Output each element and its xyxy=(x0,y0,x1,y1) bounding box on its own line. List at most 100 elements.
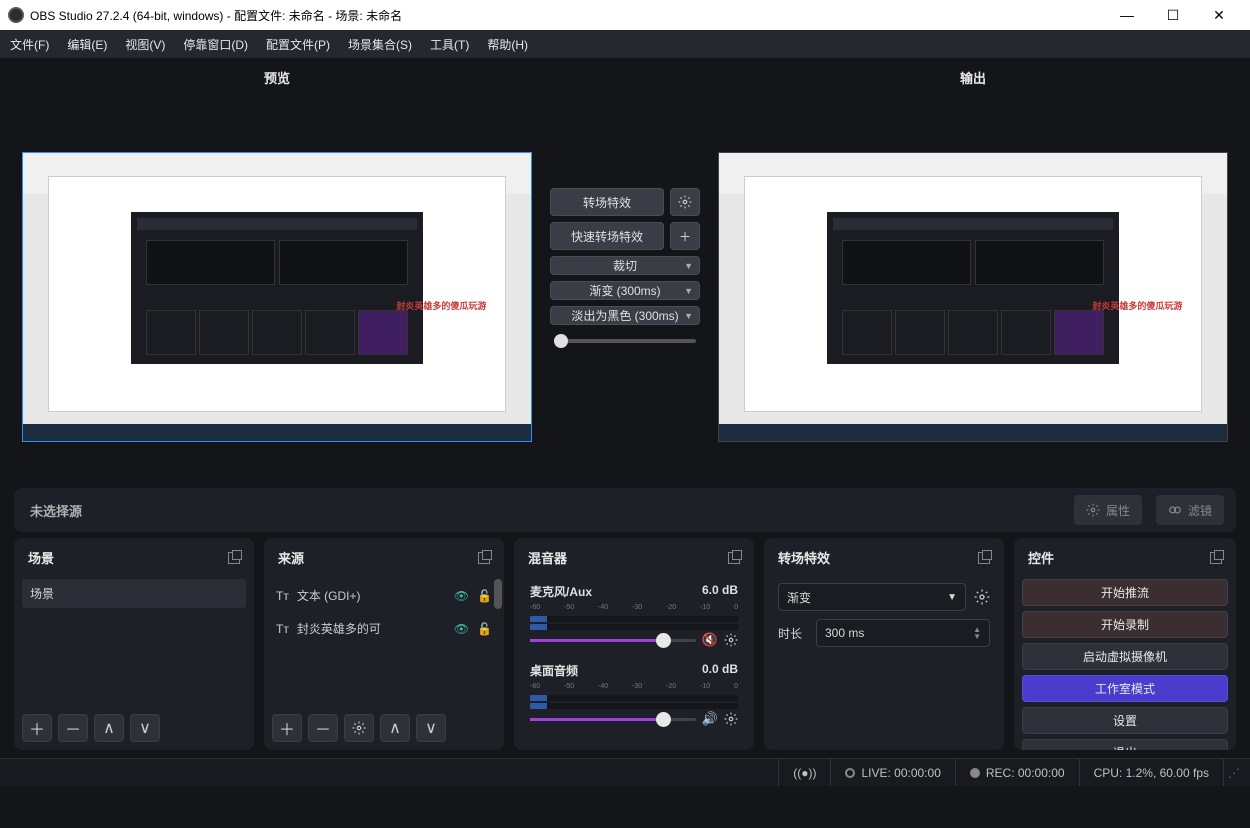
lock-icon[interactable]: 🔓 xyxy=(477,589,492,603)
gear-icon[interactable] xyxy=(724,712,738,726)
sources-list[interactable]: Tᴛ 文本 (GDI+) 👁 🔓 Tᴛ 封炎英雄多的可 👁 🔓 xyxy=(264,575,504,706)
add-source-button[interactable]: ＋ xyxy=(272,714,302,742)
program-canvas[interactable]: 封炎英雄多的傻瓜玩游 xyxy=(718,152,1228,442)
text-source-icon: Tᴛ xyxy=(276,589,289,603)
popout-icon[interactable] xyxy=(1210,552,1222,564)
overlay-text: 封炎英雄多的傻瓜玩游 xyxy=(396,299,486,312)
obs-window: OBS Studio 27.2.4 (64-bit, windows) - 配置… xyxy=(0,0,1250,828)
quick-transition-fadeblack[interactable]: 淡出为黑色 (300ms)▼ xyxy=(550,306,700,325)
menu-tools[interactable]: 工具(T) xyxy=(430,36,469,53)
statusbar: ((●)) LIVE: 00:00:00 REC: 00:00:00 CPU: … xyxy=(0,758,1250,786)
quick-transition-cut[interactable]: 裁切▼ xyxy=(550,256,700,275)
volume-slider[interactable] xyxy=(530,639,696,642)
transition-select[interactable]: 渐变 ▼ xyxy=(778,583,966,611)
menu-scenes[interactable]: 场景集合(S) xyxy=(348,36,412,53)
mixer-dock: 混音器 麦克风/Aux 6.0 dB -60-50-40-30-20-100 xyxy=(514,538,754,750)
mixer-channel: 桌面音频 0.0 dB -60-50-40-30-20-100 🔊 xyxy=(522,658,746,731)
transition-settings-button[interactable] xyxy=(670,188,700,216)
transition-button[interactable]: 转场特效 xyxy=(550,188,664,216)
no-source-label: 未选择源 xyxy=(30,501,82,520)
add-scene-button[interactable]: ＋ xyxy=(22,714,52,742)
remove-source-button[interactable]: － xyxy=(308,714,338,742)
menu-help[interactable]: 帮助(H) xyxy=(487,36,528,53)
add-quick-transition-button[interactable]: ＋ xyxy=(670,222,700,250)
channel-db: 6.0 dB xyxy=(702,583,738,600)
transition-tbar[interactable] xyxy=(550,331,700,351)
mixer-channel: 麦克风/Aux 6.0 dB -60-50-40-30-20-100 🔇 xyxy=(522,579,746,652)
controls-dock: 控件 开始推流 开始录制 启动虚拟摄像机 工作室模式 设置 退出 xyxy=(1014,538,1236,750)
preview-canvas[interactable]: 封炎英雄多的傻瓜玩游 xyxy=(22,152,532,442)
source-item[interactable]: Tᴛ 文本 (GDI+) 👁 🔓 xyxy=(272,579,496,612)
status-resize-grip[interactable]: ⋰ xyxy=(1223,759,1244,786)
status-broadcast: ((●)) xyxy=(778,759,830,786)
scene-down-button[interactable]: ∨ xyxy=(130,714,160,742)
spinner-icon[interactable]: ▲▼ xyxy=(973,626,981,640)
main-area: 预览 封炎英雄多的傻瓜玩游 xyxy=(0,58,1250,828)
properties-button[interactable]: 属性 xyxy=(1074,495,1142,525)
close-button[interactable]: ✕ xyxy=(1196,0,1242,30)
settings-button[interactable]: 设置 xyxy=(1022,707,1228,734)
scenes-list[interactable]: 场景 xyxy=(14,575,254,706)
source-item[interactable]: Tᴛ 封炎英雄多的可 👁 🔓 xyxy=(272,612,496,645)
scrollbar-thumb[interactable] xyxy=(494,579,502,609)
popout-icon[interactable] xyxy=(728,552,740,564)
mixer-title: 混音器 xyxy=(528,548,567,567)
scene-up-button[interactable]: ∧ xyxy=(94,714,124,742)
menubar: 文件(F) 编辑(E) 视图(V) 停靠窗口(D) 配置文件(P) 场景集合(S… xyxy=(0,30,1250,58)
audio-meter xyxy=(530,695,738,701)
remove-scene-button[interactable]: － xyxy=(58,714,88,742)
source-up-button[interactable]: ∧ xyxy=(380,714,410,742)
output-pane: 输出 封炎英雄多的傻瓜玩游 xyxy=(710,68,1236,442)
start-record-button[interactable]: 开始录制 xyxy=(1022,611,1228,638)
gear-icon xyxy=(1086,503,1100,517)
gear-icon[interactable] xyxy=(974,589,990,605)
studio-mode-button[interactable]: 工作室模式 xyxy=(1022,675,1228,702)
filters-button[interactable]: 滤镜 xyxy=(1156,495,1224,525)
start-vcam-button[interactable]: 启动虚拟摄像机 xyxy=(1022,643,1228,670)
menu-profile[interactable]: 配置文件(P) xyxy=(266,36,330,53)
source-down-button[interactable]: ∨ xyxy=(416,714,446,742)
scenes-title: 场景 xyxy=(28,548,54,567)
speaker-icon[interactable]: 🔊 xyxy=(702,711,718,727)
transitions-dock: 转场特效 渐变 ▼ 时长 300 ms xyxy=(764,538,1004,750)
broadcast-icon: ((●)) xyxy=(793,766,816,780)
audio-meter xyxy=(530,624,738,630)
lock-icon[interactable]: 🔓 xyxy=(477,622,492,636)
filter-icon xyxy=(1168,503,1182,517)
preview-label: 预览 xyxy=(264,68,290,87)
quick-transition-fade[interactable]: 渐变 (300ms)▼ xyxy=(550,281,700,300)
rec-dot-icon xyxy=(970,768,980,778)
gear-icon[interactable] xyxy=(724,633,738,647)
source-label: 文本 (GDI+) xyxy=(297,587,361,604)
start-stream-button[interactable]: 开始推流 xyxy=(1022,579,1228,606)
maximize-button[interactable]: ☐ xyxy=(1150,0,1196,30)
popout-icon[interactable] xyxy=(228,552,240,564)
transition-column: 转场特效 快速转场特效 ＋ 裁切▼ 渐变 (300ms)▼ 淡出为黑色 (300… xyxy=(550,68,700,351)
gear-icon xyxy=(352,721,366,735)
source-props-button[interactable] xyxy=(344,714,374,742)
sources-title: 来源 xyxy=(278,548,304,567)
popout-icon[interactable] xyxy=(478,552,490,564)
scene-item[interactable]: 场景 xyxy=(22,579,246,608)
minimize-button[interactable]: — xyxy=(1104,0,1150,30)
mute-icon[interactable]: 🔇 xyxy=(702,632,718,648)
titlebar: OBS Studio 27.2.4 (64-bit, windows) - 配置… xyxy=(0,0,1250,30)
menu-view[interactable]: 视图(V) xyxy=(125,36,165,53)
chevron-down-icon: ▼ xyxy=(947,592,957,603)
eye-icon[interactable]: 👁 xyxy=(454,622,469,636)
menu-edit[interactable]: 编辑(E) xyxy=(67,36,107,53)
menu-docks[interactable]: 停靠窗口(D) xyxy=(183,36,248,53)
gear-icon xyxy=(678,195,692,209)
window-title: OBS Studio 27.2.4 (64-bit, windows) - 配置… xyxy=(30,7,402,24)
volume-slider[interactable] xyxy=(530,718,696,721)
duration-input[interactable]: 300 ms ▲▼ xyxy=(816,619,990,647)
channel-db: 0.0 dB xyxy=(702,662,738,679)
quick-transition-label: 快速转场特效 xyxy=(550,222,664,250)
menu-file[interactable]: 文件(F) xyxy=(10,36,49,53)
transitions-title: 转场特效 xyxy=(778,548,830,567)
eye-icon[interactable]: 👁 xyxy=(454,589,469,603)
studio-mode-row: 预览 封炎英雄多的傻瓜玩游 xyxy=(0,58,1250,478)
popout-icon[interactable] xyxy=(978,552,990,564)
exit-button[interactable]: 退出 xyxy=(1022,739,1228,750)
source-toolbar: 未选择源 属性 滤镜 xyxy=(14,488,1236,532)
